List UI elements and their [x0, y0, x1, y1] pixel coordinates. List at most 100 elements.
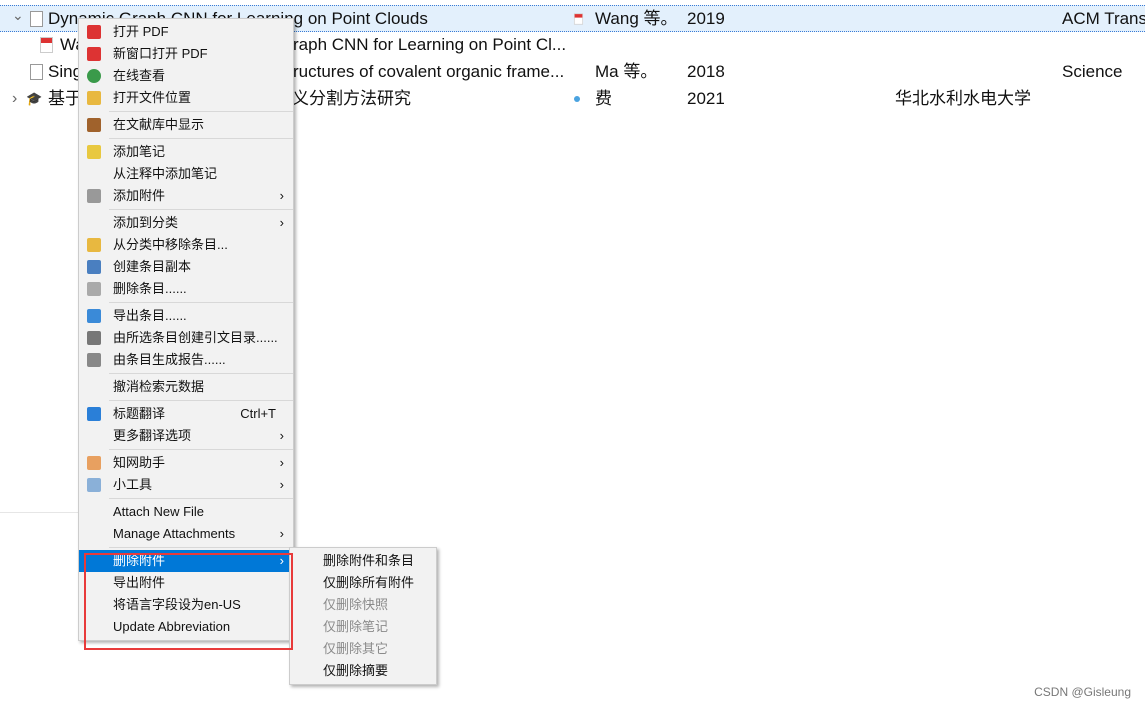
menu-item-label: 仅删除快照: [323, 597, 389, 612]
menu-item[interactable]: 知网助手 ›: [79, 452, 293, 474]
item-publication: Science: [1062, 62, 1123, 81]
menu-item[interactable]: 打开文件位置: [79, 87, 293, 109]
menu-item-label: 知网助手: [113, 455, 166, 470]
globe-icon: [87, 69, 101, 83]
wrench-icon: [87, 456, 101, 470]
menu-separator: [109, 449, 293, 450]
pdf-icon: [87, 25, 101, 39]
chevron-right-icon: ›: [279, 455, 284, 470]
chevron-right-icon: ›: [279, 428, 284, 443]
pdf-icon: [87, 47, 101, 61]
menu-separator: [109, 138, 293, 139]
menu-item-label: 仅删除笔记: [323, 619, 389, 634]
paperclip-icon: [87, 189, 101, 203]
trash-icon: [87, 282, 101, 296]
duplicate-icon: [87, 260, 101, 274]
menu-item-label: 创建条目副本: [113, 259, 192, 274]
menu-item-label: 从分类中移除条目...: [113, 237, 228, 252]
menu-separator: [109, 400, 293, 401]
menu-item-label: Attach New File: [113, 504, 205, 519]
watermark: CSDN @Gisleung: [1034, 685, 1131, 699]
menu-item[interactable]: 导出条目......: [79, 305, 293, 327]
bibliography-icon: [87, 331, 101, 345]
item-title-continued: ructures of covalent organic frame...: [293, 62, 565, 81]
menu-item[interactable]: 由条目生成报告......: [79, 349, 293, 371]
menu-separator: [109, 373, 293, 374]
menu-item-label: 删除条目......: [113, 281, 187, 296]
item-title: Sing: [48, 62, 83, 81]
item-title: 基于: [48, 89, 82, 108]
item-publisher: 华北水利水电大学: [895, 89, 1031, 108]
item-creator: Wang 等。: [595, 9, 678, 28]
menu-item-label: 添加笔记: [113, 144, 166, 159]
menu-item-label: 打开文件位置: [113, 90, 192, 105]
menu-item-label: Manage Attachments: [113, 526, 236, 541]
menu-separator: [109, 547, 293, 548]
menu-item-label: 在文献库中显示: [113, 117, 205, 132]
menu-item[interactable]: 添加附件 ›: [79, 185, 293, 207]
item-creator: 费: [595, 89, 612, 108]
pdf-attachment-icon: [573, 13, 584, 25]
annotation-highlight-box: [84, 553, 293, 650]
unread-dot-icon: [574, 96, 580, 102]
menu-item[interactable]: 标题翻译 Ctrl+T: [79, 403, 293, 425]
menu-item[interactable]: 更多翻译选项 ›: [79, 425, 293, 447]
menu-item-label: 由所选条目创建引文目录......: [113, 330, 278, 345]
menu-item[interactable]: 从注释中添加笔记: [79, 163, 293, 185]
menu-separator: [109, 302, 293, 303]
menu-item[interactable]: 从分类中移除条目...: [79, 234, 293, 256]
menu-item-shortcut: Ctrl+T: [240, 406, 276, 421]
item-title-continued: raph CNN for Learning on Point Cl...: [293, 35, 567, 54]
menu-item-label: 添加附件: [113, 188, 166, 203]
report-icon: [87, 353, 101, 367]
menu-item[interactable]: 仅删除快照: [290, 594, 436, 616]
menu-item[interactable]: 打开 PDF: [79, 21, 293, 43]
delete-attachment-submenu: 删除附件和条目 仅删除所有附件 仅删除快照仅删除笔记仅删除其它仅删除摘要: [289, 547, 437, 685]
menu-item[interactable]: 新窗口打开 PDF: [79, 43, 293, 65]
menu-item[interactable]: 删除条目......: [79, 278, 293, 300]
document-icon: [30, 11, 43, 27]
menu-item[interactable]: 仅删除笔记: [290, 616, 436, 638]
menu-item[interactable]: Attach New File: [79, 501, 293, 523]
menu-item[interactable]: Manage Attachments ›: [79, 523, 293, 545]
menu-item[interactable]: 仅删除摘要: [290, 660, 436, 682]
menu-item[interactable]: 创建条目副本: [79, 256, 293, 278]
menu-item-label: 撤消检索元数据: [113, 379, 205, 394]
menu-item[interactable]: 由所选条目创建引文目录......: [79, 327, 293, 349]
item-year: 2019: [687, 9, 725, 28]
menu-item[interactable]: 撤消检索元数据: [79, 376, 293, 398]
chevron-right-icon[interactable]: ›: [12, 86, 17, 112]
library-icon: [87, 118, 101, 132]
menu-item-label: 删除附件和条目: [323, 553, 415, 568]
folder-icon: [87, 91, 101, 105]
menu-item-label: 小工具: [113, 477, 153, 492]
menu-item[interactable]: 仅删除所有附件: [290, 572, 436, 594]
menu-item-label: 仅删除其它: [323, 641, 389, 656]
chevron-right-icon: ›: [279, 477, 284, 492]
note-add-icon: [87, 145, 101, 159]
wrench-icon: [87, 478, 101, 492]
menu-item[interactable]: 在文献库中显示: [79, 114, 293, 136]
menu-item-label: 打开 PDF: [113, 24, 169, 39]
export-icon: [87, 309, 101, 323]
chevron-right-icon: ›: [279, 215, 284, 230]
menu-item-label: 从注释中添加笔记: [113, 166, 218, 181]
menu-item[interactable]: 添加到分类 ›: [79, 212, 293, 234]
menu-item-label: 在线查看: [113, 68, 166, 83]
chevron-right-icon: ›: [279, 526, 284, 541]
menu-separator: [109, 111, 293, 112]
menu-item[interactable]: 添加笔记: [79, 141, 293, 163]
menu-item[interactable]: 小工具 ›: [79, 474, 293, 496]
menu-item[interactable]: 在线查看: [79, 65, 293, 87]
item-year: 2021: [687, 89, 725, 108]
menu-separator: [109, 498, 293, 499]
item-publication: ACM Trans: [1062, 9, 1145, 28]
menu-item[interactable]: 删除附件和条目: [290, 550, 436, 572]
menu-item-label: 仅删除所有附件: [323, 575, 415, 590]
menu-item[interactable]: 仅删除其它: [290, 638, 436, 660]
translate-icon: [87, 407, 101, 421]
chevron-right-icon: ›: [279, 188, 284, 203]
item-title-continued: 义分割方法研究: [292, 89, 411, 108]
menu-item-label: 添加到分类: [113, 215, 179, 230]
chevron-down-icon[interactable]: ⌄: [12, 2, 24, 28]
